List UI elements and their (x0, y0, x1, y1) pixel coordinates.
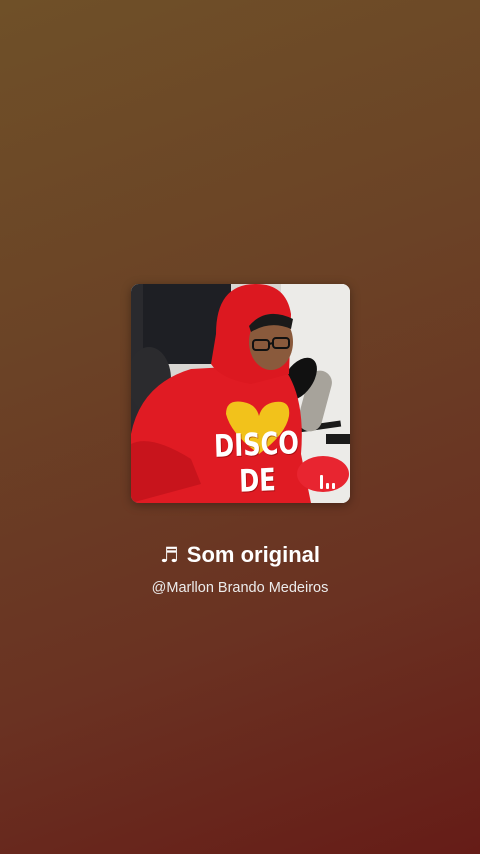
album-cover[interactable]: DISCO DE VINIL (131, 284, 350, 503)
audio-title-row[interactable]: ♬ Som original (0, 539, 480, 571)
audio-title: Som original (186, 542, 321, 567)
audio-bars-icon (310, 469, 344, 497)
audio-author[interactable]: @Marllon Brando Medeiros (0, 580, 480, 596)
music-note-icon: ♬ (159, 542, 179, 567)
audio-page: DISCO DE VINIL ♬ Som original @Marllon B… (0, 0, 480, 854)
cover-caption: DISCO DE VINIL (213, 425, 300, 503)
